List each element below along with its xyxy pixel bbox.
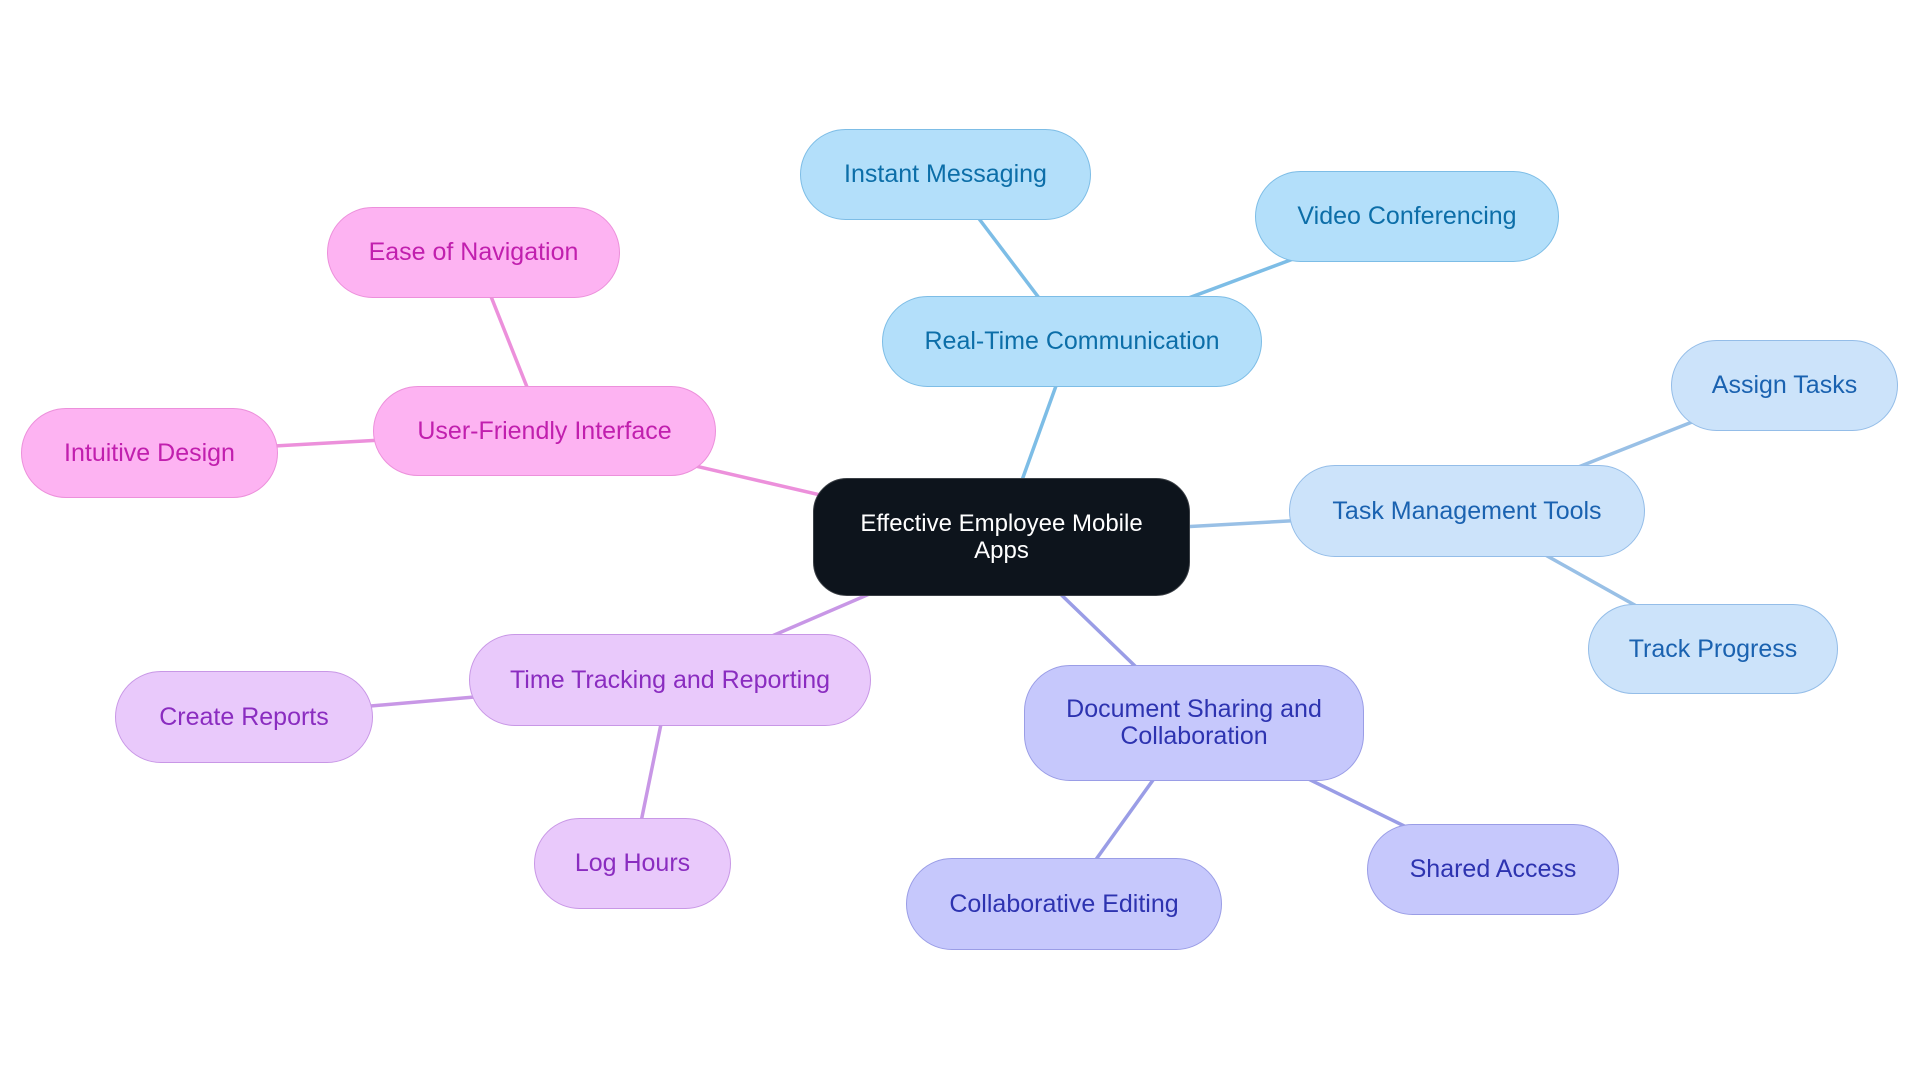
leaf-node-instant-messaging[interactable]: Instant Messaging	[800, 129, 1091, 220]
node-label: Intuitive Design	[64, 438, 235, 467]
node-label: Time Tracking and Reporting	[509, 665, 831, 694]
node-label: Effective Employee Mobile Apps	[860, 510, 1143, 564]
leaf-node-assign-tasks[interactable]: Assign Tasks	[1671, 340, 1898, 431]
node-label: Task Management Tools	[1332, 496, 1602, 525]
node-label: Instant Messaging	[844, 160, 1047, 188]
node-label: Video Conferencing	[1297, 202, 1517, 230]
leaf-node-intuitive-design[interactable]: Intuitive Design	[21, 408, 278, 498]
node-label: Document Sharing and Collaboration	[1066, 695, 1322, 750]
leaf-node-track-progress[interactable]: Track Progress	[1588, 604, 1838, 694]
node-label: Log Hours	[574, 849, 691, 877]
leaf-node-log-hours[interactable]: Log Hours	[534, 818, 731, 909]
branch-node-real-time-communication[interactable]: Real-Time Communication	[882, 296, 1262, 387]
leaf-node-shared-access[interactable]: Shared Access	[1367, 824, 1619, 915]
branch-node-user-friendly-interface[interactable]: User-Friendly Interface	[373, 386, 716, 476]
node-label: Track Progress	[1628, 634, 1798, 663]
branch-node-time-tracking[interactable]: Time Tracking and Reporting	[469, 634, 871, 726]
node-label: User-Friendly Interface	[417, 416, 672, 445]
node-label: Ease of Navigation	[368, 238, 579, 266]
leaf-node-video-conferencing[interactable]: Video Conferencing	[1255, 171, 1559, 262]
branch-node-task-management-tools[interactable]: Task Management Tools	[1289, 465, 1645, 557]
leaf-node-ease-of-navigation[interactable]: Ease of Navigation	[327, 207, 620, 298]
leaf-node-create-reports[interactable]: Create Reports	[115, 671, 373, 763]
node-label: Shared Access	[1409, 855, 1577, 883]
node-label: Create Reports	[159, 702, 329, 731]
node-label: Real-Time Communication	[924, 327, 1220, 355]
root-node[interactable]: Effective Employee Mobile Apps	[813, 478, 1190, 596]
node-label: Collaborative Editing	[949, 889, 1179, 918]
leaf-node-collaborative-editing[interactable]: Collaborative Editing	[906, 858, 1222, 950]
node-label: Assign Tasks	[1711, 371, 1858, 399]
branch-node-document-sharing[interactable]: Document Sharing and Collaboration	[1024, 665, 1364, 781]
